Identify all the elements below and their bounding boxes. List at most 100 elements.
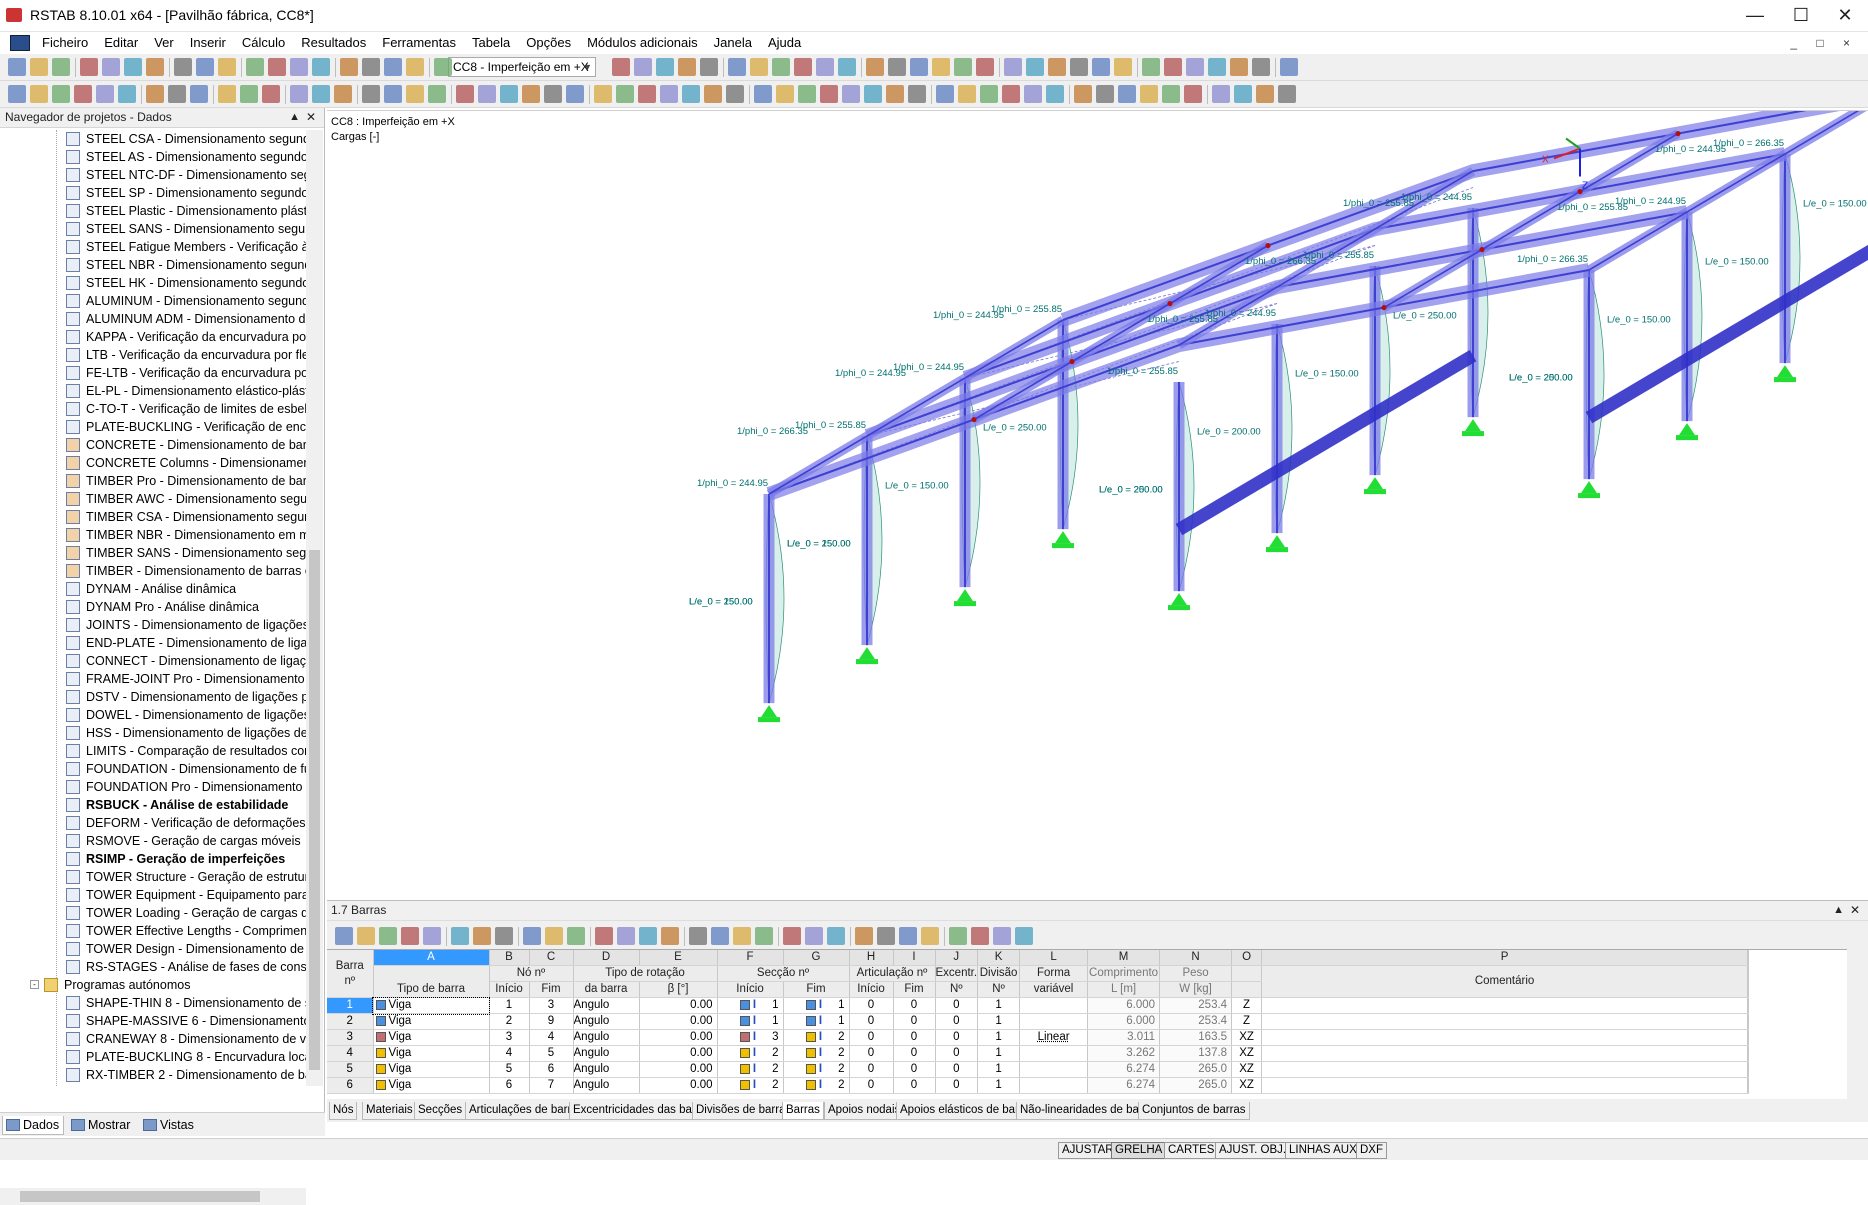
nav-item[interactable]: TIMBER SANS - Dimensionamento segur (0, 544, 306, 562)
row-number[interactable]: 6 (327, 1078, 373, 1094)
cell-weight[interactable]: 163.5 (1160, 1030, 1232, 1046)
cell-hinge-end[interactable]: 0 (893, 1078, 935, 1094)
column-letter[interactable]: H (849, 950, 893, 966)
scroll-thumb[interactable] (20, 1191, 260, 1202)
toolbar-button-icon[interactable] (146, 58, 164, 76)
toolbar-button-icon[interactable] (1026, 58, 1044, 76)
cell-node-start[interactable]: 6 (489, 1078, 529, 1094)
cell-section-end[interactable]: I1 (783, 1014, 849, 1030)
model-viewport[interactable]: CC8 : Imperfeição em +X Cargas [-] 1/phi… (327, 110, 1868, 896)
cell-eccentricity[interactable]: 0 (935, 1030, 978, 1046)
nav-item[interactable]: PLATE-BUCKLING - Verificação de encur (0, 418, 306, 436)
toolbar-button-icon[interactable] (118, 85, 136, 103)
tab-mostrar[interactable]: Mostrar (68, 1116, 134, 1135)
toolbar-button-icon[interactable] (678, 58, 696, 76)
toolbar-button-icon[interactable] (689, 927, 707, 945)
nav-standalone-item[interactable]: SHAPE-THIN 8 - Dimensionamento de se (0, 994, 306, 1012)
row-number[interactable]: 5 (327, 1062, 373, 1078)
cell-length[interactable]: 6.000 (1088, 1014, 1160, 1030)
toolbar-button-icon[interactable] (1164, 58, 1182, 76)
toolbar-button-icon[interactable] (1234, 85, 1252, 103)
cell-node-end[interactable]: 5 (529, 1046, 573, 1062)
nav-item[interactable]: TIMBER - Dimensionamento de barras er (0, 562, 306, 580)
toolbar-button-icon[interactable] (1024, 85, 1042, 103)
table-row[interactable]: 1 Viga 1 3 Angulo 0.00 I 1 I 1 0 0 0 1 6.000 253.4 Z (327, 998, 1749, 1014)
cell-spacer[interactable] (1748, 1046, 1749, 1062)
members-grid[interactable]: Barra nº A B C D E F G H I J K L M N O P … (327, 950, 1749, 1094)
toolbar-button-icon[interactable] (473, 927, 491, 945)
toolbar-button-icon[interactable] (1278, 85, 1296, 103)
tab-vistas[interactable]: Vistas (140, 1116, 198, 1135)
toolbar-button-icon[interactable] (379, 927, 397, 945)
sheet-tab[interactable]: Materiais (362, 1102, 417, 1120)
cell-eccentricity[interactable]: 0 (935, 1046, 978, 1062)
structure-model[interactable]: 1/phi_0 = 244.951/phi_0 = 255.851/phi_0 … (327, 111, 1868, 897)
nav-item[interactable]: FOUNDATION - Dimensionamento de fu (0, 760, 306, 778)
toolbar-button-icon[interactable] (820, 85, 838, 103)
nav-item[interactable]: STEEL SANS - Dimensionamento segund (0, 220, 306, 238)
toolbar-button-icon[interactable] (842, 85, 860, 103)
toolbar-button-icon[interactable] (772, 58, 790, 76)
toolbar-button-icon[interactable] (661, 927, 679, 945)
cell-node-end[interactable]: 7 (529, 1078, 573, 1094)
nav-item[interactable]: TOWER Effective Lengths - Compriment (0, 922, 306, 940)
toolbar-button-icon[interactable] (958, 85, 976, 103)
nav-item[interactable]: TOWER Design - Dimensionamento de to (0, 940, 306, 958)
toolbar-button-icon[interactable] (434, 58, 452, 76)
toolbar-button-icon[interactable] (1212, 85, 1230, 103)
cell-comment[interactable] (1262, 1014, 1748, 1030)
cell-axis[interactable]: XZ (1232, 1062, 1262, 1078)
cell-hinge-start[interactable]: 0 (849, 1030, 893, 1046)
nav-item[interactable]: FRAME-JOINT Pro - Dimensionamento d (0, 670, 306, 688)
cell-weight[interactable]: 265.0 (1160, 1078, 1232, 1094)
cell-axis[interactable]: XZ (1232, 1046, 1262, 1062)
sheet-tab[interactable]: Divisões de barras (692, 1102, 795, 1120)
cell-eccentricity[interactable]: 0 (935, 998, 978, 1014)
cell-axis[interactable]: Z (1232, 998, 1262, 1014)
column-letter[interactable]: B (489, 950, 529, 966)
nav-item[interactable]: C-TO-T - Verificação de limites de esbel… (0, 400, 306, 418)
cell-member-type[interactable]: Viga (373, 1030, 489, 1046)
toolbar-button-icon[interactable] (888, 58, 906, 76)
toolbar-button-icon[interactable] (1114, 58, 1132, 76)
status-toggle[interactable]: CARTES (1164, 1142, 1218, 1159)
toolbar-button-icon[interactable] (1186, 58, 1204, 76)
toolbar-button-icon[interactable] (384, 58, 402, 76)
nav-item[interactable]: STEEL HK - Dimensionamento segundo a (0, 274, 306, 292)
status-toggle[interactable]: AJUST. OBJ. (1215, 1142, 1290, 1159)
nav-item[interactable]: LIMITS - Comparação de resultados com (0, 742, 306, 760)
collapse-icon[interactable]: - (30, 980, 39, 989)
toolbar-button-icon[interactable] (728, 58, 746, 76)
cell-section-end[interactable]: I2 (783, 1062, 849, 1078)
menu-opcoes[interactable]: Opções (518, 32, 579, 50)
toolbar-button-icon[interactable] (240, 85, 258, 103)
cell-section-start[interactable]: I3 (717, 1030, 783, 1046)
nav-item[interactable]: FOUNDATION Pro - Dimensionamento d (0, 778, 306, 796)
nav-item[interactable]: DYNAM Pro - Análise dinâmica (0, 598, 306, 616)
column-letter[interactable]: K (978, 950, 1020, 966)
cell-spacer[interactable] (1748, 1078, 1749, 1094)
cell-section-end[interactable]: I2 (783, 1030, 849, 1046)
cell-node-end[interactable]: 6 (529, 1062, 573, 1078)
cell-node-end[interactable]: 3 (529, 998, 573, 1014)
cell-rotation-type[interactable]: Angulo (573, 1078, 639, 1094)
nav-item[interactable]: TOWER Equipment - Equipamento para t (0, 886, 306, 904)
sheet-tab[interactable]: Nós (329, 1102, 357, 1120)
status-toggle[interactable]: DXF (1356, 1142, 1387, 1159)
toolbar-button-icon[interactable] (52, 85, 70, 103)
table-row[interactable]: 4 Viga 4 5 Angulo 0.00 I 2 I 2 0 0 0 1 3.262 137.8 XZ (327, 1046, 1749, 1062)
row-number[interactable]: 2 (327, 1014, 373, 1030)
toolbar-button-icon[interactable] (456, 85, 474, 103)
nav-item[interactable]: STEEL SP - Dimensionamento segundo a (0, 184, 306, 202)
cell-weight[interactable]: 137.8 (1160, 1046, 1232, 1062)
toolbar-button-icon[interactable] (776, 85, 794, 103)
cell-hinge-end[interactable]: 0 (893, 1046, 935, 1062)
cell-variable-shape[interactable] (1020, 998, 1088, 1014)
nav-item[interactable]: RSMOVE - Geração de cargas móveis (0, 832, 306, 850)
nav-item[interactable]: DYNAM - Análise dinâmica (0, 580, 306, 598)
toolbar-button-icon[interactable] (798, 85, 816, 103)
toolbar-button-icon[interactable] (246, 58, 264, 76)
nav-item[interactable]: RSBUCK - Análise de estabilidade (0, 796, 306, 814)
toolbar-button-icon[interactable] (384, 85, 402, 103)
cell-variable-shape[interactable]: Linear (1020, 1030, 1088, 1046)
